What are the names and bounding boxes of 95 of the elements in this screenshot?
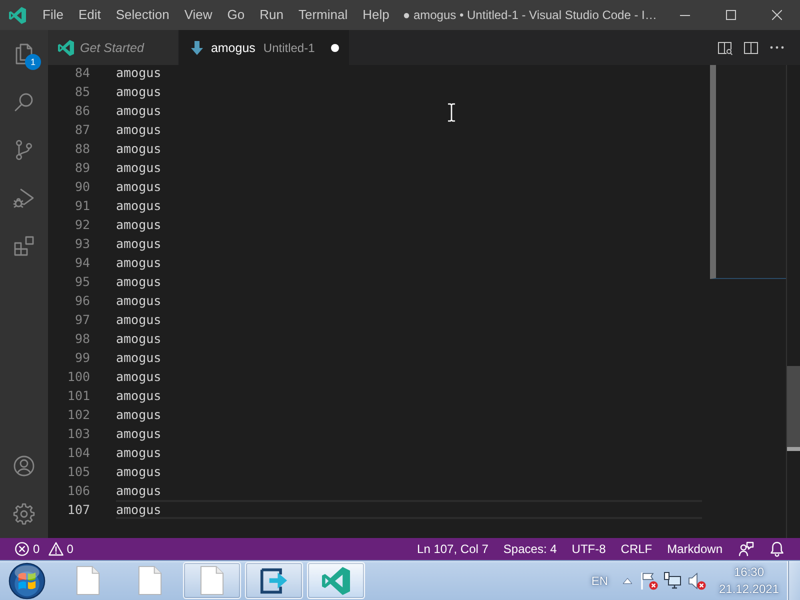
code-line: amogus: [116, 349, 162, 367]
line-number: 93: [74, 235, 90, 253]
status-item[interactable]: CRLF: [613, 538, 660, 560]
code-line: amogus: [116, 311, 162, 329]
ellipsis-icon: [770, 46, 784, 49]
person-speech-icon: [738, 541, 754, 557]
code-line: amogus: [116, 292, 162, 310]
line-number: 85: [74, 83, 90, 101]
line-number: 98: [74, 330, 90, 348]
document-icon: [200, 566, 224, 595]
code-line: amogus: [116, 425, 162, 443]
code-line: amogus: [116, 387, 162, 405]
close-icon: [772, 10, 782, 20]
code-line: amogus: [116, 102, 162, 120]
line-number: 107: [67, 501, 90, 519]
taskbar-button[interactable]: [245, 562, 303, 599]
notification-badge: 1: [25, 54, 41, 70]
line-number: 95: [74, 273, 90, 291]
status-item[interactable]: Ln 107, Col 7: [410, 538, 496, 560]
code-line: amogus: [116, 140, 162, 158]
down-arrow-icon: [188, 40, 205, 56]
app-logo-icon: [58, 40, 74, 56]
problems-button[interactable]: 0 0: [8, 538, 80, 560]
menu-item[interactable]: Selection: [108, 0, 177, 30]
error-icon: [14, 541, 30, 557]
line-number: 97: [74, 311, 90, 329]
line-number: 87: [74, 121, 90, 139]
app-logo-icon: [9, 6, 26, 24]
line-number: 84: [74, 65, 90, 82]
menu-item[interactable]: File: [35, 0, 71, 30]
code-line: amogus: [116, 178, 162, 196]
status-item[interactable]: Spaces: 4: [496, 538, 564, 560]
line-number: 94: [74, 254, 90, 272]
window-title: ● amogus • Untitled-1 - Visual Studio Code - I…: [402, 8, 657, 22]
menu-item[interactable]: Terminal: [291, 0, 356, 30]
line-number: 106: [67, 482, 90, 500]
up-triangle-icon: [622, 578, 632, 584]
code-line: amogus: [116, 463, 162, 481]
line-number: 92: [74, 216, 90, 234]
line-number: 105: [67, 463, 90, 481]
menu-item[interactable]: View: [176, 0, 220, 30]
app-logo-icon: [322, 566, 350, 594]
status-item[interactable]: UTF-8: [564, 538, 614, 560]
explorer-button[interactable]: 1: [0, 30, 48, 78]
line-number: 101: [67, 387, 90, 405]
split-editor-icon: [743, 40, 759, 56]
line-number: 102: [67, 406, 90, 424]
line-number: 91: [74, 197, 90, 215]
code-line: amogus: [116, 197, 162, 215]
warning-icon: [48, 541, 64, 557]
editor-tab[interactable]: amogus Untitled-1: [178, 30, 350, 65]
extensions-icon: [12, 234, 36, 258]
editor-tab[interactable]: Get Started: [48, 30, 179, 65]
cursor-position-marker: [787, 447, 800, 451]
status-item[interactable]: Markdown: [660, 538, 730, 560]
windows-orb-icon: [8, 562, 46, 600]
code-line: amogus: [116, 444, 162, 462]
code-line: amogus: [116, 216, 162, 234]
scrollbar-thumb[interactable]: [787, 366, 800, 447]
line-number: 104: [67, 444, 90, 462]
settings-icon: [12, 502, 36, 526]
maximize-icon: [726, 10, 736, 20]
line-number: 96: [74, 292, 90, 310]
code-line: amogus: [116, 273, 162, 291]
code-line: amogus: [116, 159, 162, 177]
line-number: 99: [74, 349, 90, 367]
line-number: 103: [67, 425, 90, 443]
line-number: 88: [74, 140, 90, 158]
bell-icon: [768, 541, 784, 557]
code-line: amogus: [116, 83, 162, 101]
ibeam-cursor-icon: [447, 103, 456, 122]
book-magnifier-icon: [717, 40, 733, 56]
menu-item[interactable]: Edit: [70, 0, 108, 30]
document-icon: [138, 566, 162, 595]
code-line: amogus: [116, 406, 162, 424]
code-line: amogus: [116, 482, 162, 500]
minimize-icon: [680, 14, 690, 16]
code-line: amogus: [116, 330, 162, 348]
line-number: 100: [67, 368, 90, 386]
arrow-frame-icon: [259, 566, 289, 594]
menu-item[interactable]: Help: [355, 0, 397, 30]
menu-item[interactable]: Run: [252, 0, 291, 30]
line-number: 90: [74, 178, 90, 196]
code-line: amogus: [116, 254, 162, 272]
play-bug-icon: [12, 186, 36, 210]
code-line: amogus: [116, 368, 162, 386]
document-icon: [76, 566, 100, 595]
line-number: 86: [74, 102, 90, 120]
menu-item[interactable]: Go: [220, 0, 252, 30]
line-number: 89: [74, 159, 90, 177]
code-line: amogus: [116, 65, 162, 82]
code-line: amogus: [116, 121, 162, 139]
code-line: amogus: [116, 235, 162, 253]
account-icon: [12, 454, 36, 478]
code-line: amogus: [116, 501, 162, 519]
